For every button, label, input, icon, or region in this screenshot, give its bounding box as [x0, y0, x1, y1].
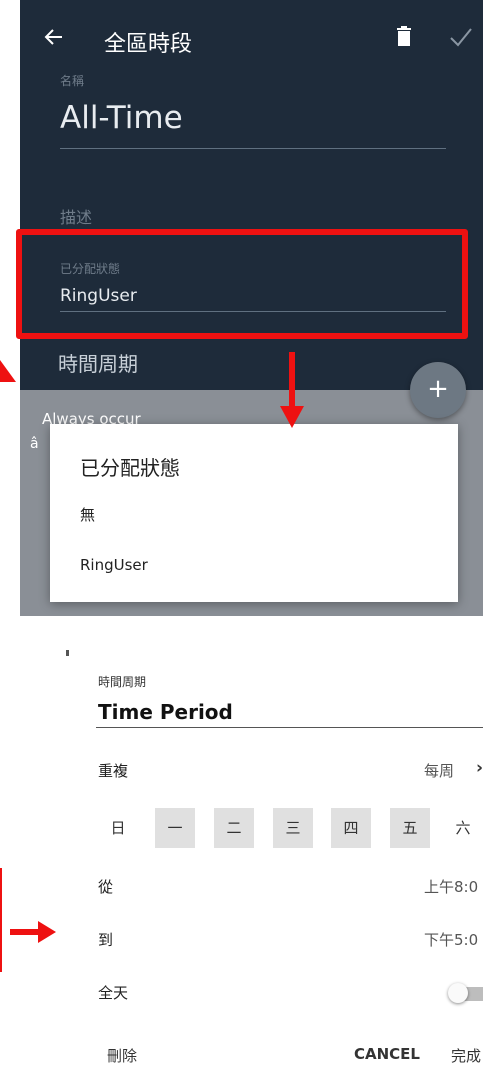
dialog-option-none[interactable]: 無	[80, 504, 95, 525]
corner-mark	[66, 650, 69, 656]
toggle-knob[interactable]	[448, 983, 468, 1003]
check-icon[interactable]	[448, 24, 474, 50]
day-friday[interactable]: 五	[390, 808, 430, 848]
from-label: 從	[98, 878, 114, 896]
cancel-button[interactable]: CANCEL	[354, 1045, 420, 1063]
day-tuesday[interactable]: 二	[214, 808, 254, 848]
name-label: 名稱	[60, 74, 85, 88]
name-field[interactable]: All-Time	[60, 100, 183, 136]
from-time[interactable]: 上午8:0	[424, 876, 478, 897]
day-thursday[interactable]: 四	[331, 808, 371, 848]
dialog-option-ringuser[interactable]: RingUser	[80, 556, 148, 574]
day-wednesday[interactable]: 三	[273, 808, 313, 848]
dialog-title: 已分配狀態	[80, 456, 180, 480]
repeat-label: 重複	[98, 762, 129, 780]
back-arrow-icon[interactable]	[42, 22, 66, 52]
list-item-peek-sub: â	[30, 436, 39, 452]
delete-button[interactable]: 刪除	[107, 1045, 137, 1066]
day-monday[interactable]: 一	[155, 808, 195, 848]
done-button[interactable]: 完成	[451, 1045, 481, 1066]
add-button[interactable]: +	[410, 362, 466, 418]
plus-icon: +	[427, 374, 449, 404]
to-label: 到	[98, 931, 114, 949]
arrow-down-annotation	[289, 352, 295, 414]
arrow-corner-annotation	[0, 360, 16, 382]
left-highlight-bar	[0, 868, 2, 972]
time-period-underline	[96, 727, 483, 728]
highlight-box	[16, 229, 468, 339]
chevron-right-icon[interactable]: ›	[476, 758, 483, 778]
description-field[interactable]: 描述	[60, 204, 92, 228]
name-underline	[60, 148, 446, 149]
assigned-status-dialog: 已分配狀態 無 RingUser	[50, 424, 458, 602]
arrow-down-head	[280, 406, 304, 428]
trash-icon[interactable]	[396, 26, 412, 46]
time-period-field[interactable]: Time Period	[98, 700, 233, 724]
day-saturday[interactable]: 六	[443, 808, 483, 848]
to-time[interactable]: 下午5:0	[424, 929, 478, 950]
day-sunday[interactable]: 日	[98, 808, 138, 848]
repeat-value[interactable]: 每周	[424, 760, 454, 781]
app-bar-title: 全區時段	[104, 32, 193, 57]
time-period-label: 時間周期	[98, 675, 147, 689]
arrow-right-head	[38, 921, 56, 943]
all-day-label: 全天	[98, 984, 129, 1002]
time-period-heading: 時間周期	[58, 352, 138, 376]
